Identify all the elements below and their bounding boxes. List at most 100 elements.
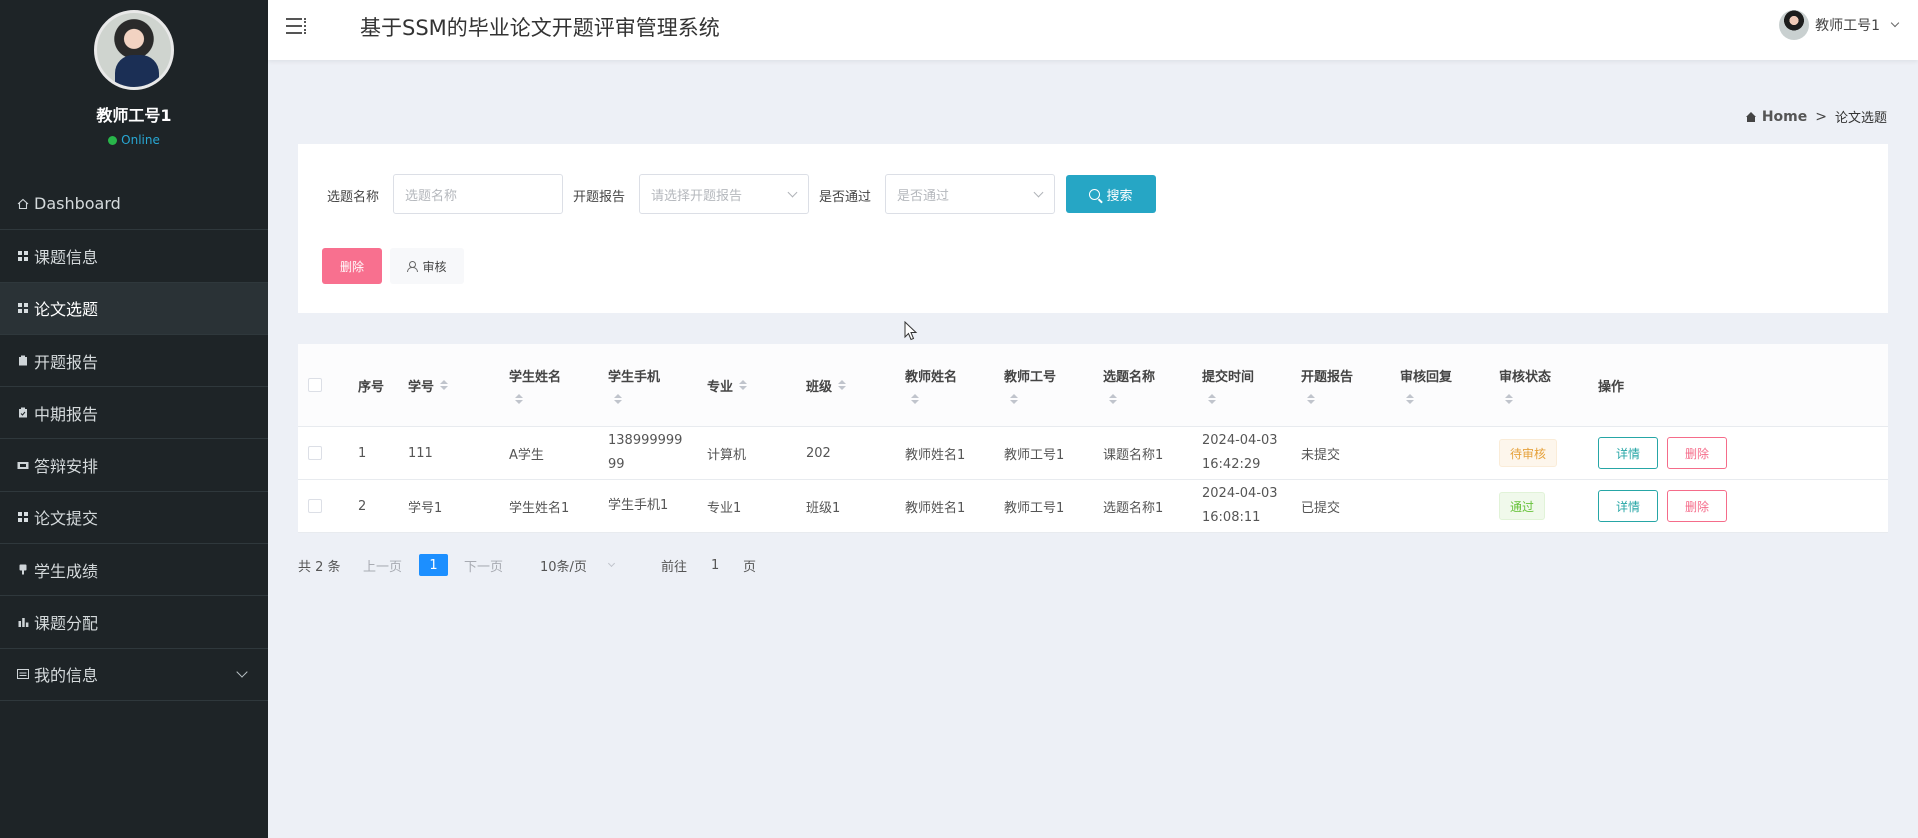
chevron-down-icon	[1033, 187, 1044, 198]
header-major[interactable]: 专业	[707, 344, 748, 426]
header-report[interactable]: 开题报告	[1301, 344, 1353, 426]
top-header: 基于SSM的毕业论文开题评审管理系统 教师工号1	[268, 0, 1918, 60]
next-page-button[interactable]: 下一页	[464, 552, 503, 578]
search-button-label: 搜索	[1106, 188, 1133, 204]
opening-report-select[interactable]: 请选择开题报告	[639, 174, 809, 214]
cell-report: 已提交	[1301, 500, 1341, 516]
sort-icon	[911, 394, 919, 404]
online-label: Online	[121, 133, 160, 147]
header-teacher-name[interactable]: 教师姓名	[905, 344, 957, 426]
goto-page-input[interactable]: 1	[711, 552, 719, 578]
user-icon	[407, 260, 419, 272]
row-checkbox-cell	[308, 480, 322, 532]
cell-teacher-name: 教师姓名1	[905, 447, 966, 463]
sidebar-item-topic-info[interactable]: 课题信息	[0, 230, 268, 283]
clipboard-icon	[17, 355, 29, 367]
sidebar-item-student-grades[interactable]: 学生成绩	[0, 544, 268, 597]
user-name: 教师工号1	[1815, 18, 1880, 34]
sidebar-item-thesis-selection[interactable]: 论文选题	[0, 282, 268, 335]
header-teacher-no[interactable]: 教师工号	[1004, 344, 1056, 426]
sidebar-item-label: 我的信息	[34, 666, 99, 686]
cell-major: 专业1	[707, 500, 742, 516]
sidebar-item-label: 开题报告	[34, 352, 99, 372]
cell-seq: 2	[358, 498, 367, 514]
sidebar-item-opening-report[interactable]: 开题报告	[0, 335, 268, 388]
row-checkbox[interactable]	[308, 499, 322, 513]
sort-icon	[1208, 394, 1216, 404]
delete-button[interactable]: 删除	[1667, 437, 1727, 469]
pagination-total: 共 2 条	[298, 559, 341, 575]
user-menu[interactable]: 教师工号1	[1779, 10, 1900, 40]
cell-student-phone: 学生手机1	[608, 498, 669, 513]
sort-icon	[1505, 394, 1513, 404]
pagination: 共 2 条 上一页 1 下一页 10条/页 前往 1 页	[298, 552, 898, 578]
header-student-name[interactable]: 学生姓名	[509, 344, 561, 426]
audit-button[interactable]: 审核	[390, 248, 464, 284]
topic-name-input[interactable]: 选题名称	[393, 174, 563, 214]
topic-name-label: 选题名称	[327, 190, 380, 205]
audit-button-label: 审核	[422, 259, 447, 274]
header-student-phone[interactable]: 学生手机	[608, 344, 660, 426]
delete-button[interactable]: 删除	[1667, 490, 1727, 522]
cell-audit-status: 待审核	[1499, 427, 1558, 479]
search-panel: 选题名称 选题名称 开题报告 请选择开题报告 是否通过 是否通过 搜索 删除 审…	[298, 144, 1888, 313]
bar-chart-icon	[17, 616, 29, 628]
opening-report-label: 开题报告	[573, 190, 626, 205]
thumbs-up-icon	[17, 564, 29, 576]
cell-submit-time: 2024-04-03 16:08:11	[1202, 486, 1278, 525]
sidebar-item-dashboard[interactable]: Dashboard	[0, 178, 268, 231]
sort-icon	[1010, 394, 1018, 404]
cell-class: 202	[806, 445, 831, 461]
cell-audit-status: 通过	[1499, 480, 1546, 532]
cell-submit-time: 2024-04-03 16:42:29	[1202, 433, 1278, 472]
home-icon	[1745, 111, 1757, 122]
detail-button[interactable]: 详情	[1598, 490, 1658, 522]
sidebar-item-midterm-report[interactable]: 中期报告	[0, 387, 268, 440]
cell-seq: 1	[358, 445, 367, 461]
detail-button[interactable]: 详情	[1598, 437, 1658, 469]
sidebar-item-topic-assignment[interactable]: 课题分配	[0, 596, 268, 649]
status-badge: 待审核	[1499, 439, 1558, 467]
grid-icon	[17, 511, 29, 523]
table-row: 2 学号1 学生姓名1 学生手机1 专业1 班级1 教师姓名1 教师工号1 选题…	[298, 480, 1888, 533]
select-all-checkbox-cell	[308, 344, 322, 426]
thesis-selection-table: 序号 学号 学生姓名 学生手机 专业 班级 教师姓名 教师工号 选题名称 提交时…	[298, 344, 1888, 533]
header-submit-time[interactable]: 提交时间	[1202, 344, 1254, 426]
cell-teacher-no: 教师工号1	[1004, 447, 1065, 463]
is-passed-select[interactable]: 是否通过	[885, 174, 1055, 214]
header-class[interactable]: 班级	[806, 344, 847, 426]
cell-student-no: 111	[408, 445, 433, 461]
cell-class: 班级1	[806, 500, 841, 516]
row-checkbox[interactable]	[308, 446, 322, 460]
page-size-select[interactable]: 10条/页	[540, 552, 615, 578]
goto-label: 前往	[661, 559, 688, 575]
header-student-no[interactable]: 学号	[408, 344, 449, 426]
status-badge: 通过	[1499, 492, 1546, 520]
batch-delete-button[interactable]: 删除	[322, 248, 382, 284]
sidebar-item-my-info[interactable]: 我的信息	[0, 649, 268, 701]
sort-icon	[739, 380, 748, 390]
sidebar: 教师工号1 Online Dashboard 课题信息 论文选题 开题报告 中期…	[0, 0, 268, 838]
breadcrumb-home[interactable]: Home	[1745, 109, 1807, 125]
user-avatar	[1779, 10, 1810, 40]
sort-icon	[1109, 394, 1117, 404]
search-button[interactable]: 搜索	[1066, 175, 1156, 213]
grid-icon	[17, 302, 29, 314]
cell-topic-name: 课题名称1	[1103, 447, 1164, 463]
sidebar-item-label: Dashboard	[34, 194, 121, 214]
is-passed-label: 是否通过	[819, 190, 872, 205]
page-number-current[interactable]: 1	[419, 554, 448, 576]
header-topic-name[interactable]: 选题名称	[1103, 344, 1155, 426]
sidebar-item-thesis-submission[interactable]: 论文提交	[0, 492, 268, 545]
profile-panel: 教师工号1 Online	[0, 0, 268, 178]
menu-toggle-icon[interactable]	[286, 16, 306, 36]
header-audit-status[interactable]: 审核状态	[1499, 344, 1551, 426]
sidebar-item-defense-schedule[interactable]: 答辩安排	[0, 439, 268, 492]
header-audit-reply[interactable]: 审核回复	[1400, 344, 1452, 426]
select-all-checkbox[interactable]	[308, 378, 322, 392]
prev-page-button[interactable]: 上一页	[363, 552, 402, 578]
topic-name-placeholder: 选题名称	[405, 188, 458, 204]
chevron-down-icon[interactable]	[236, 666, 248, 678]
id-card-icon	[17, 668, 29, 680]
sidebar-item-label: 课题分配	[34, 614, 99, 634]
